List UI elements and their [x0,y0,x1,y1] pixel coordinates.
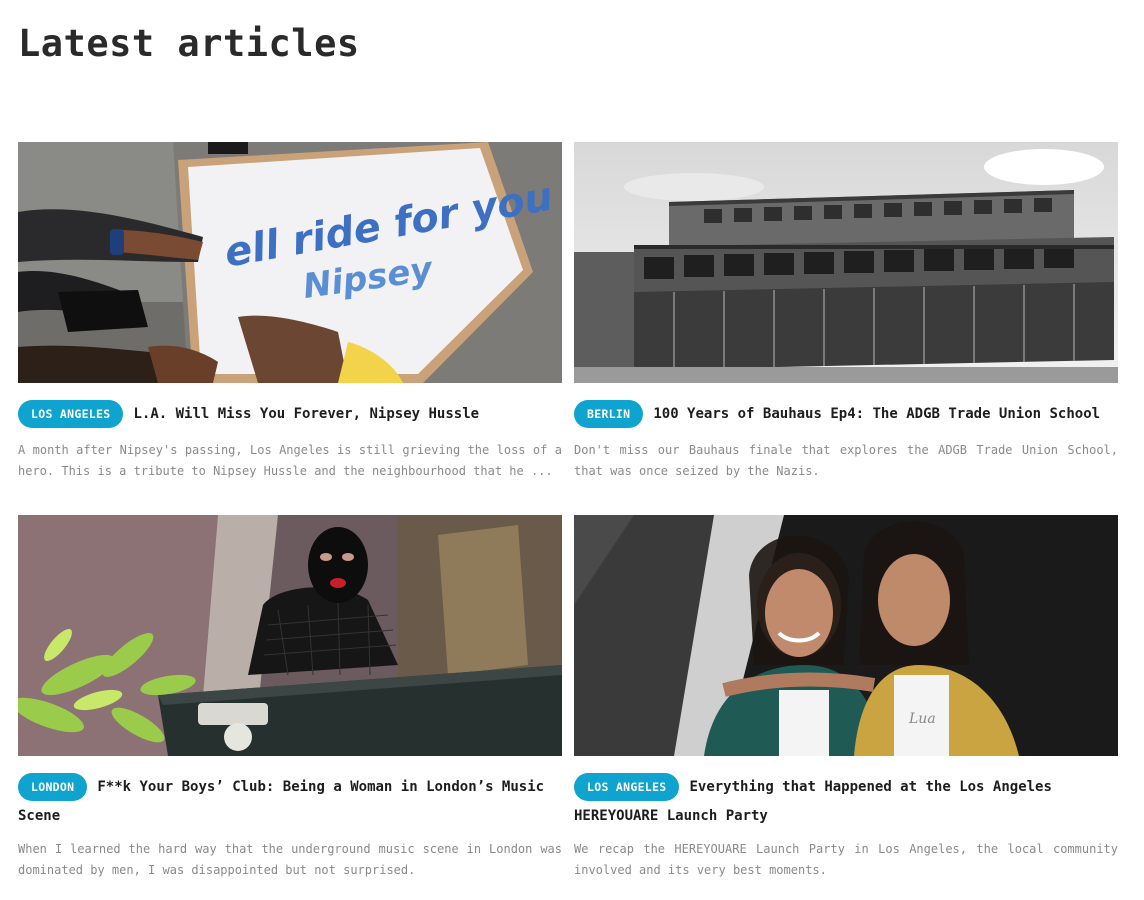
article-title[interactable]: L.A. Will Miss You Forever, Nipsey Hussl… [133,406,479,422]
article-card[interactable]: ell ride for you Nipsey LOS ANGELES L.A. … [18,142,562,482]
article-title-row: LOS ANGELES L.A. Will Miss You Forever, N… [18,400,562,429]
article-image-bauhaus-building[interactable] [574,142,1118,383]
article-card[interactable]: LONDON F**k Your Boys’ Club: Being a Woma… [18,515,562,881]
article-title-row: LOS ANGELES Everything that Happened at t… [574,773,1118,831]
article-title[interactable]: F**k Your Boys’ Club: Being a Woman in L… [18,779,544,824]
location-tag[interactable]: LOS ANGELES [574,773,680,801]
article-title-row: LONDON F**k Your Boys’ Club: Being a Woma… [18,773,562,831]
article-title[interactable]: 100 Years of Bauhaus Ep4: The ADGB Trade… [653,406,1100,422]
location-tag[interactable]: BERLIN [574,400,644,428]
article-card[interactable]: BERLIN 100 Years of Bauhaus Ep4: The ADGB… [574,142,1118,482]
article-excerpt: We recap the HEREYOUARE Launch Party in … [574,842,1118,877]
section-heading: Latest articles [18,22,360,65]
latest-articles-page: Latest articles ell ride for you Nipsey [0,0,1144,900]
location-tag[interactable]: LONDON [18,773,88,801]
svg-text:Lua: Lua [908,711,936,727]
article-excerpt: Don't miss our Bauhaus finale that explo… [574,443,1118,478]
article-image-memorial-sign[interactable]: ell ride for you Nipsey [18,142,562,383]
article-image-two-women-party[interactable]: Lua [574,515,1118,756]
article-card[interactable]: Lua LOS ANGELES Everything that Happened … [574,515,1118,881]
article-title-row: BERLIN 100 Years of Bauhaus Ep4: The ADGB… [574,400,1118,429]
article-excerpt: A month after Nipsey's passing, Los Ange… [18,443,562,478]
article-excerpt: When I learned the hard way that the und… [18,842,562,877]
location-tag[interactable]: LOS ANGELES [18,400,124,428]
article-image-dj-balaclava[interactable] [18,515,562,756]
